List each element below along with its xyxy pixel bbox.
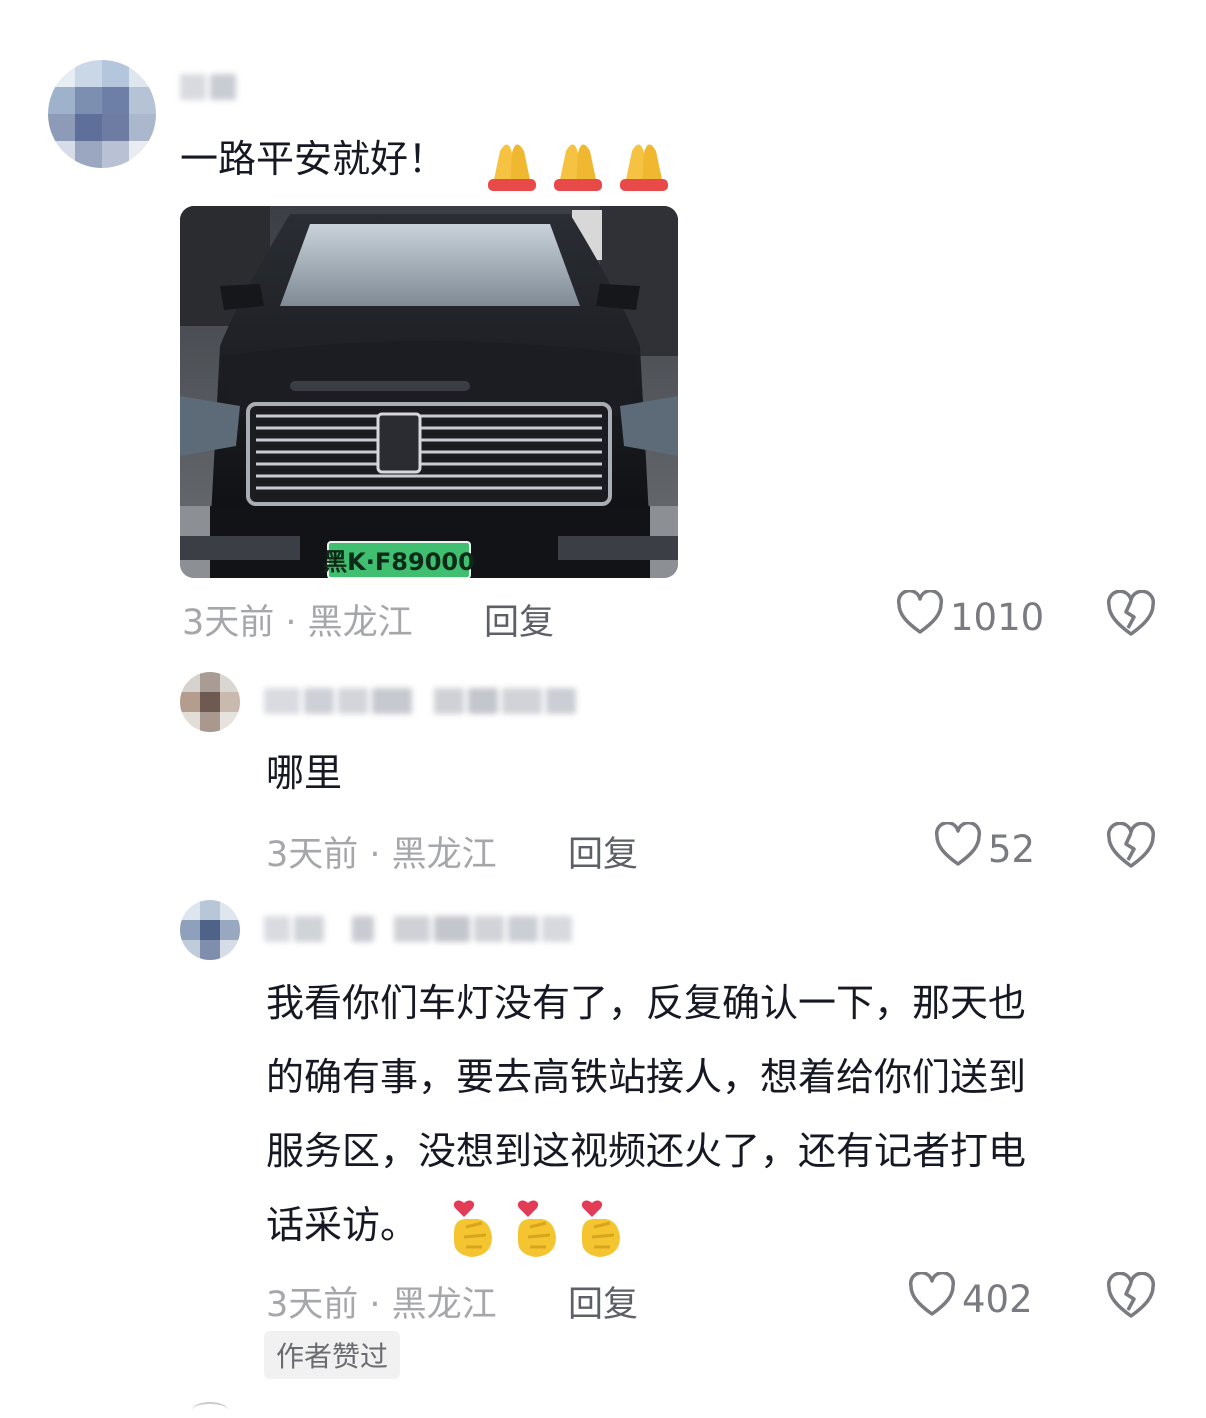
username-redacted[interactable] (180, 74, 236, 100)
avatar[interactable] (180, 672, 240, 732)
finger-heart-icon (436, 1200, 634, 1257)
broken-heart-icon (1106, 589, 1156, 642)
reply-button[interactable]: 回复 (484, 594, 554, 645)
username-redacted[interactable] (264, 688, 576, 714)
reply-button[interactable]: 回复 (568, 826, 638, 877)
dislike-button[interactable] (1106, 1271, 1156, 1320)
heart-icon (934, 821, 982, 877)
comment-text: 我看你们车灯没有了，反复确认一下，那天也 的确有事，要去高铁站接人，想着给你们送… (266, 966, 1166, 1262)
comment-meta: 3天前 · 黑龙江 (266, 1285, 497, 1325)
username-redacted[interactable] (264, 916, 572, 942)
like-count: 402 (962, 1278, 1033, 1321)
heart-icon (908, 1271, 956, 1327)
author-liked-badge: 作者赞过 (264, 1331, 401, 1379)
avatar[interactable] (48, 60, 156, 168)
comment-text: 哪里 (266, 751, 343, 795)
comment-text: 一路平安就好！ (180, 122, 678, 196)
avatar[interactable] (180, 900, 240, 960)
avatar[interactable] (192, 1402, 228, 1418)
like-button[interactable]: 52 (934, 821, 1036, 877)
like-button[interactable]: 1010 (896, 589, 1045, 645)
comment-meta: 3天前 · 黑龙江 (182, 603, 413, 643)
broken-heart-icon (1106, 1271, 1156, 1324)
svg-text:黑K·F89000: 黑K·F89000 (323, 548, 475, 576)
dislike-button[interactable] (1106, 821, 1156, 870)
heart-icon (896, 589, 944, 645)
like-count: 1010 (950, 596, 1045, 639)
like-button[interactable]: 402 (908, 1271, 1033, 1327)
like-count: 52 (988, 828, 1036, 871)
praying-hands-icon (470, 137, 678, 191)
comment-meta: 3天前 · 黑龙江 (266, 835, 497, 875)
reply-button[interactable]: 回复 (568, 1276, 638, 1327)
comment-photo[interactable]: 黑K·F89000 (180, 206, 678, 578)
broken-heart-icon (1106, 821, 1156, 874)
dislike-button[interactable] (1106, 589, 1156, 638)
